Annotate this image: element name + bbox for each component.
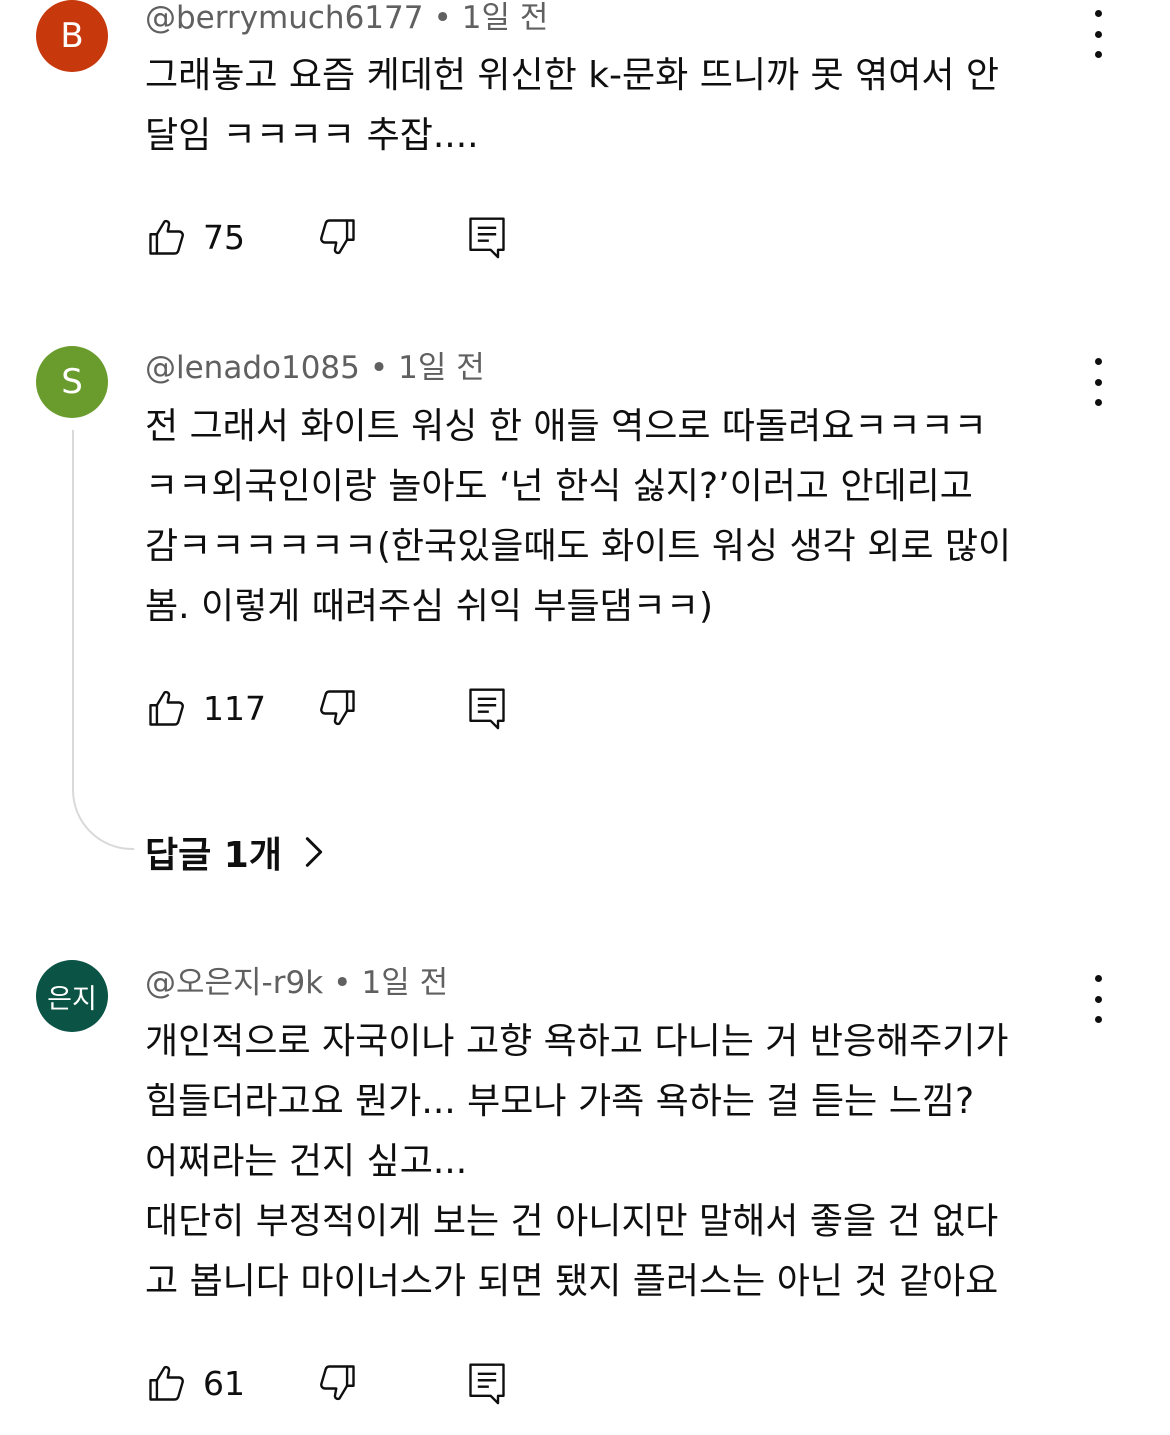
avatar[interactable]: 은지: [36, 960, 108, 1032]
avatar-letter: B: [60, 16, 84, 56]
thumb-down-icon: [320, 219, 355, 255]
comment-line: ㅋㅋ외국인이랑 놀아도 ‘넌 한식 싫지?’이러고 안데리고: [145, 466, 973, 507]
avatar[interactable]: B: [36, 0, 108, 72]
author-handle[interactable]: @lenado1085: [145, 350, 360, 386]
comment-line: 개인적으로 자국이나 고향 욕하고 다니는 거 반응해주기가: [145, 1021, 1009, 1062]
avatar-letter: S: [61, 362, 83, 402]
chevron-right-icon: [305, 837, 323, 867]
comment-line: 힘들더라고요 뭔가... 부모나 가족 욕하는 걸 듣는 느낌?: [145, 1081, 975, 1122]
reply-comment-icon: [469, 217, 505, 259]
comment-time[interactable]: 1일 전: [462, 0, 549, 36]
comment-line: 달임 ㅋㅋㅋㅋ 추잡....: [145, 115, 479, 156]
comment-text: 개인적으로 자국이나 고향 욕하고 다니는 거 반응해주기가 힘들더라고요 뭔가…: [145, 1012, 1095, 1312]
thumb-up-icon: [149, 1365, 184, 1401]
reply-button[interactable]: [465, 214, 509, 260]
thumb-up-icon: [149, 690, 184, 726]
comment-time[interactable]: 1일 전: [398, 350, 485, 386]
comment-actions: 61: [145, 1360, 545, 1406]
like-count: 61: [203, 1363, 245, 1403]
meta-separator: •: [433, 0, 452, 36]
comment-actions: 75: [145, 214, 545, 260]
comment-time[interactable]: 1일 전: [361, 965, 448, 1001]
thumb-up-icon: [149, 219, 184, 255]
like-button[interactable]: 61: [145, 1360, 245, 1406]
reply-comment-icon: [469, 1363, 505, 1405]
comment-line: 고 봅니다 마이너스가 되면 됐지 플러스는 아닌 것 같아요: [145, 1261, 999, 1302]
comment-meta: @오은지-r9k • 1일 전: [145, 963, 448, 1003]
comment-text: 그래놓고 요즘 케데헌 위신한 k-문화 뜨니까 못 엮여서 안 달임 ㅋㅋㅋㅋ…: [145, 46, 1095, 166]
like-count: 117: [203, 688, 266, 728]
dislike-button[interactable]: [315, 214, 359, 260]
reply-button[interactable]: [465, 685, 509, 731]
comment-line: 그래놓고 요즘 케데헌 위신한 k-문화 뜨니까 못 엮여서 안: [145, 55, 1000, 96]
author-handle[interactable]: @오은지-r9k: [145, 965, 323, 1001]
replies-label: 답글 1개: [145, 835, 282, 876]
like-count: 75: [203, 217, 245, 257]
meta-separator: •: [369, 350, 389, 386]
meta-separator: •: [333, 965, 352, 1001]
comment-actions: 117: [145, 685, 545, 731]
like-button[interactable]: 75: [145, 214, 245, 260]
like-button[interactable]: 117: [145, 685, 266, 731]
comment-text: 전 그래서 화이트 워싱 한 애들 역으로 따돌려요ㅋㅋㅋㅋ ㅋㅋ외국인이랑 놀…: [145, 397, 1095, 637]
comment-meta: @lenado1085 • 1일 전: [145, 348, 485, 388]
avatar-letter: 은지: [47, 983, 97, 1015]
reply-button[interactable]: [465, 1360, 509, 1406]
author-handle[interactable]: @berrymuch6177: [145, 0, 423, 36]
view-replies-button[interactable]: 답글 1개: [145, 826, 324, 878]
comment-line: 감ㅋㅋㅋㅋㅋㅋ(한국있을때도 화이트 워싱 생각 외로 많이: [145, 526, 1012, 567]
comment-line: 대단히 부정적이게 보는 건 아니지만 말해서 좋을 건 없다: [145, 1201, 999, 1242]
thumb-down-icon: [320, 1365, 355, 1401]
dislike-button[interactable]: [315, 1360, 359, 1406]
dislike-button[interactable]: [315, 685, 359, 731]
avatar[interactable]: S: [36, 346, 108, 418]
comment-line: 전 그래서 화이트 워싱 한 애들 역으로 따돌려요ㅋㅋㅋㅋ: [145, 406, 987, 447]
thread-connector: [72, 430, 134, 850]
thumb-down-icon: [320, 690, 355, 726]
comment-meta: @berrymuch6177 • 1일 전: [145, 0, 548, 38]
reply-comment-icon: [469, 688, 505, 730]
comment-line: 봄. 이렇게 때려주심 쉬익 부들댐ㅋㅋ): [145, 586, 714, 627]
comment-line: 어쩌라는 건지 싶고...: [145, 1141, 468, 1182]
